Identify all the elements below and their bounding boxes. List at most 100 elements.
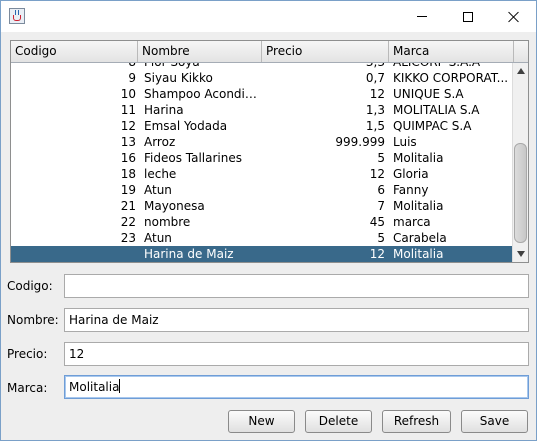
column-header-nombre[interactable]: Nombre <box>138 41 262 62</box>
cell-codigo: 11 <box>120 103 136 117</box>
cell-nombre: Fideos Tallarines <box>144 151 242 165</box>
table-row[interactable]: 22 nombre 45 marca <box>11 214 512 230</box>
cell-precio: 12 <box>369 247 385 261</box>
cell-nombre: Atun <box>144 183 172 197</box>
column-header-precio[interactable]: Precio <box>262 41 389 62</box>
cell-nombre: Harina de Maiz <box>144 247 234 261</box>
table-body: 8Flor Soya3,3ALICORP S.A.A9 Siyau Kikko 0,… <box>11 63 512 262</box>
cell-nombre: Emsal Yodada <box>144 119 228 133</box>
arrow-down-icon <box>516 251 525 257</box>
cell-codigo: 21 <box>120 199 136 213</box>
cell-precio: 5 <box>377 231 385 245</box>
refresh-button[interactable]: Refresh <box>382 410 451 433</box>
scrollbar-thumb[interactable] <box>514 143 527 243</box>
table-row[interactable]: 21 Mayonesa 7 Molitalia <box>11 198 512 214</box>
cell-marca: Gloria <box>393 167 429 181</box>
cell-nombre: Siyau Kikko <box>144 71 213 85</box>
cell-nombre: Harina <box>144 103 184 117</box>
cell-codigo: 22 <box>120 215 136 229</box>
scroll-down-button[interactable] <box>513 246 528 262</box>
cell-marca: Molitalia <box>393 247 444 261</box>
table-row[interactable]: 16 Fideos Tallarines 5 Molitalia <box>11 150 512 166</box>
table-row[interactable]: 9 Siyau Kikko 0,7 KIKKO CORPORAT... <box>11 70 512 86</box>
cell-nombre: nombre <box>144 215 191 229</box>
cell-nombre: Arroz <box>144 135 176 149</box>
nombre-field[interactable]: Harina de Maiz <box>64 308 529 332</box>
cell-marca: Fanny <box>393 183 429 197</box>
java-cup-icon <box>9 8 25 24</box>
codigo-field[interactable] <box>64 274 529 298</box>
header-corner <box>514 41 528 62</box>
maximize-icon <box>463 11 473 22</box>
cell-codigo <box>11 246 138 262</box>
cell-precio: 12 <box>369 167 385 181</box>
table-header: Codigo Nombre Precio Marca <box>11 41 528 63</box>
minimize-icon <box>417 16 427 17</box>
cell-marca: Carabela <box>393 231 447 245</box>
cell-precio: 5 <box>377 151 385 165</box>
cell-marca: UNIQUE S.A <box>393 87 464 101</box>
cell-nombre: Mayonesa <box>144 199 205 213</box>
app-window: Codigo Nombre Precio Marca 8Flor Soya3,3… <box>0 0 537 441</box>
column-header-marca[interactable]: Marca <box>389 41 514 62</box>
table-row[interactable]: 19 Atun 6 Fanny <box>11 182 512 198</box>
cell-codigo: 12 <box>120 119 136 133</box>
table-row[interactable]: 10 Shampoo Acondici... 12 UNIQUE S.A <box>11 86 512 102</box>
table-row[interactable]: 23 Atun 5 Carabela <box>11 230 512 246</box>
save-button[interactable]: Save <box>461 410 528 433</box>
cell-precio: 7 <box>377 199 385 213</box>
cell-marca: MOLITALIA S.A <box>393 103 480 117</box>
minimize-button[interactable] <box>399 1 445 32</box>
table-row[interactable]: 13 Arroz 999.999 Luis <box>11 134 512 150</box>
table-row[interactable]: 12 Emsal Yodada 1,5 QUIMPAC S.A <box>11 118 512 134</box>
cell-precio: 45 <box>369 215 385 229</box>
cell-marca: Molitalia <box>393 199 444 213</box>
table-row[interactable]: 8Flor Soya3,3ALICORP S.A.A <box>11 63 512 70</box>
cell-codigo: 13 <box>120 135 136 149</box>
nombre-label: Nombre: <box>7 313 59 327</box>
cell-codigo: 18 <box>120 167 136 181</box>
cell-codigo: 9 <box>128 71 136 85</box>
close-button[interactable] <box>491 1 537 32</box>
maximize-button[interactable] <box>445 1 491 32</box>
table-rows: 8Flor Soya3,3ALICORP S.A.A9 Siyau Kikko 0,… <box>11 63 512 262</box>
text-caret <box>119 379 121 393</box>
codigo-label: Codigo: <box>7 279 53 293</box>
precio-label: Precio: <box>7 347 48 361</box>
arrow-up-icon <box>516 68 525 74</box>
cell-marca: Luis <box>393 135 417 149</box>
scroll-up-button[interactable] <box>513 63 528 79</box>
marca-field[interactable]: Molitalia <box>64 375 529 399</box>
cell-marca: KIKKO CORPORAT... <box>393 71 509 85</box>
cell-precio: 0,7 <box>365 71 385 85</box>
table-row[interactable]: 11 Harina 1,3 MOLITALIA S.A <box>11 102 512 118</box>
marca-field-text: Molitalia <box>69 380 120 394</box>
delete-button[interactable]: Delete <box>305 410 372 433</box>
cell-codigo: 10 <box>120 87 136 101</box>
cell-marca: ALICORP S.A.A <box>387 63 512 70</box>
marca-label: Marca: <box>7 381 48 395</box>
cell-marca: Molitalia <box>393 151 444 165</box>
column-header-codigo[interactable]: Codigo <box>11 41 138 62</box>
cell-nombre: leche <box>144 167 177 181</box>
table-row[interactable]: 18 leche 12 Gloria <box>11 166 512 182</box>
title-bar <box>1 1 536 32</box>
cell-marca: marca <box>393 215 431 229</box>
new-button[interactable]: New <box>228 410 295 433</box>
cell-precio: 1,3 <box>365 103 385 117</box>
cell-codigo: 8 <box>11 63 138 70</box>
cell-precio: 999.999 <box>335 135 385 149</box>
cell-marca: QUIMPAC S.A <box>393 119 472 133</box>
cell-nombre: Shampoo Acondici... <box>144 87 262 101</box>
vertical-scrollbar[interactable] <box>512 63 528 262</box>
cell-precio: 1,5 <box>365 119 385 133</box>
close-icon <box>508 11 520 23</box>
cell-codigo: 23 <box>120 231 136 245</box>
cell-codigo: 16 <box>120 151 136 165</box>
cell-precio: 3,3 <box>262 63 387 70</box>
table-row-selected[interactable]: Harina de Maiz 12 Molitalia <box>11 246 512 262</box>
products-table[interactable]: Codigo Nombre Precio Marca 8Flor Soya3,3… <box>10 40 529 263</box>
cell-nombre: Atun <box>144 231 172 245</box>
cell-precio: 12 <box>369 87 385 101</box>
precio-field[interactable]: 12 <box>64 342 529 366</box>
